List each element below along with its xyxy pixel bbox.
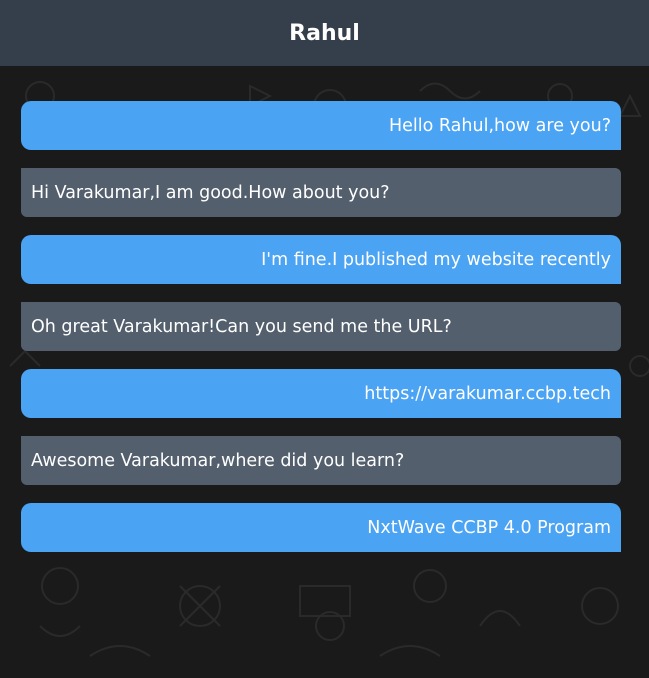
message-list: Hello Rahul,how are you? Hi Varakumar,I … — [21, 101, 621, 570]
message-received: Awesome Varakumar,where did you learn? — [21, 436, 621, 485]
message-sent: NxtWave CCBP 4.0 Program — [21, 503, 621, 552]
message-sent: I'm fine.I published my website recently — [21, 235, 621, 284]
chat-header: Rahul — [0, 0, 649, 66]
message-received: Hi Varakumar,I am good.How about you? — [21, 168, 621, 217]
message-text: https://varakumar.ccbp.tech — [364, 383, 611, 404]
message-sent: Hello Rahul,how are you? — [21, 101, 621, 150]
message-text: NxtWave CCBP 4.0 Program — [367, 517, 611, 538]
message-text: Awesome Varakumar,where did you learn? — [31, 450, 405, 471]
message-text: Hi Varakumar,I am good.How about you? — [31, 182, 390, 203]
message-text: I'm fine.I published my website recently — [261, 249, 611, 270]
message-received: Oh great Varakumar!Can you send me the U… — [21, 302, 621, 351]
message-text: Hello Rahul,how are you? — [388, 115, 611, 136]
message-text: Oh great Varakumar!Can you send me the U… — [31, 316, 452, 337]
contact-name: Rahul — [289, 20, 360, 46]
message-sent: https://varakumar.ccbp.tech — [21, 369, 621, 418]
